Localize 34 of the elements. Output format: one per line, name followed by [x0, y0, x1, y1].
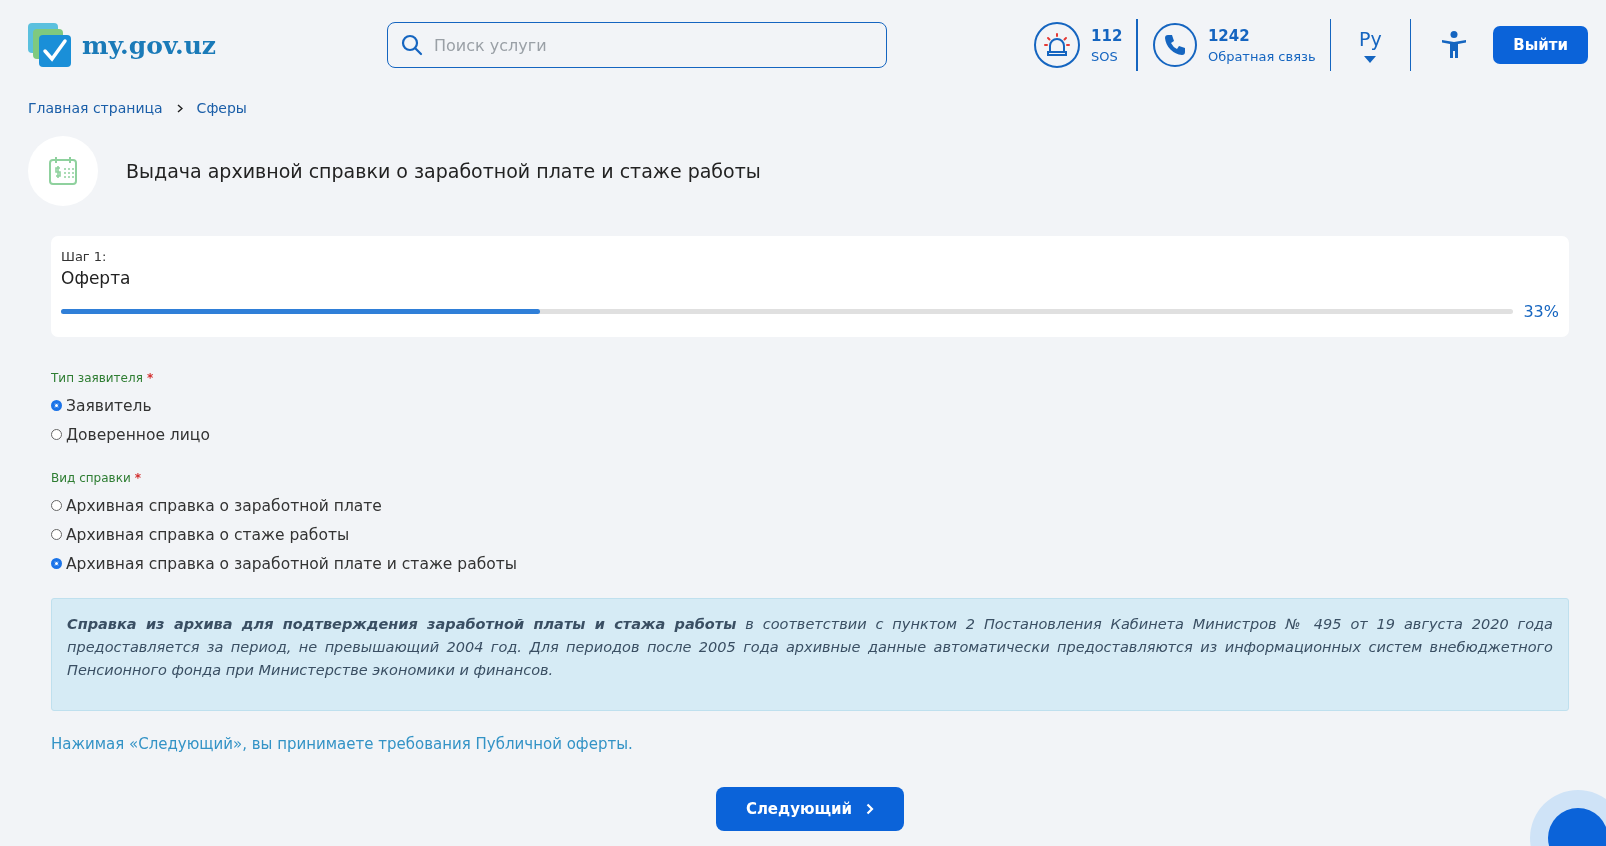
caret-icon — [1364, 55, 1377, 63]
info-notice: Справка из архива для подтверждения заработной платы и стажа работы в соответствии с пунктом 2 Постановления Кабинета Министров № 495 от 19 августа 2020 года предоставляется за период, не превышающий 2004 год. Для периодов после 2005 года архивные данные автоматически предоставляются из информационных систем внебюджетного Пенсионного фонда при Министерстве экономики и финансов. — [51, 598, 1569, 711]
breadcrumb-link[interactable]: Главная страница — [28, 100, 163, 116]
next-button[interactable]: Следующий — [715, 787, 905, 831]
logo-text[interactable]: my.gov.uz — [82, 30, 217, 60]
calendar-money-icon — [48, 156, 78, 186]
accessibility-icon[interactable] — [1441, 31, 1468, 59]
contact-label[interactable]: Обратная связь — [1207, 48, 1316, 64]
siren-icon[interactable] — [1033, 21, 1082, 69]
field-label: Вид справки — [51, 471, 131, 485]
field-label: Тип заявителя — [51, 371, 143, 385]
radio-option[interactable]: Архивная справка о стаже работы — [51, 520, 1569, 549]
radio-option[interactable]: Архивная справка о заработной плате и стаже работы — [51, 549, 1569, 578]
radio-option[interactable]: Доверенное лицо — [51, 420, 1569, 449]
breadcrumb-link[interactable]: Сферы — [196, 100, 247, 116]
contact-number[interactable]: 1242 — [1207, 26, 1316, 45]
contact-number[interactable]: 112 — [1091, 26, 1123, 45]
service-title: Выдача архивной справки о заработной плате и стаже работы — [126, 160, 761, 182]
chevron-right-icon — [866, 803, 875, 815]
required-mark: * — [134, 471, 141, 485]
radio-option[interactable]: Архивная справка о заработной плате — [51, 491, 1569, 520]
step-label: Шаг 1: — [61, 249, 108, 264]
search-field[interactable]: Поиск услуги — [387, 22, 887, 68]
logout-button[interactable]: Выйти — [1493, 26, 1588, 64]
progress-percent: 33% — [1523, 302, 1559, 321]
chevron-right-icon — [176, 103, 183, 113]
radio-option[interactable]: Заявитель — [51, 391, 1569, 420]
offer-note: Нажимая «Следующий», вы принимаете требования Публичной оферты. — [51, 735, 634, 753]
step-name: Оферта — [61, 268, 132, 288]
required-mark: * — [146, 371, 154, 385]
logo-checkmark-icon[interactable] — [28, 23, 72, 67]
contact-label[interactable]: SOS — [1091, 48, 1123, 64]
phone-icon[interactable] — [1151, 22, 1198, 68]
language-selector[interactable]: Ру — [1345, 27, 1396, 63]
